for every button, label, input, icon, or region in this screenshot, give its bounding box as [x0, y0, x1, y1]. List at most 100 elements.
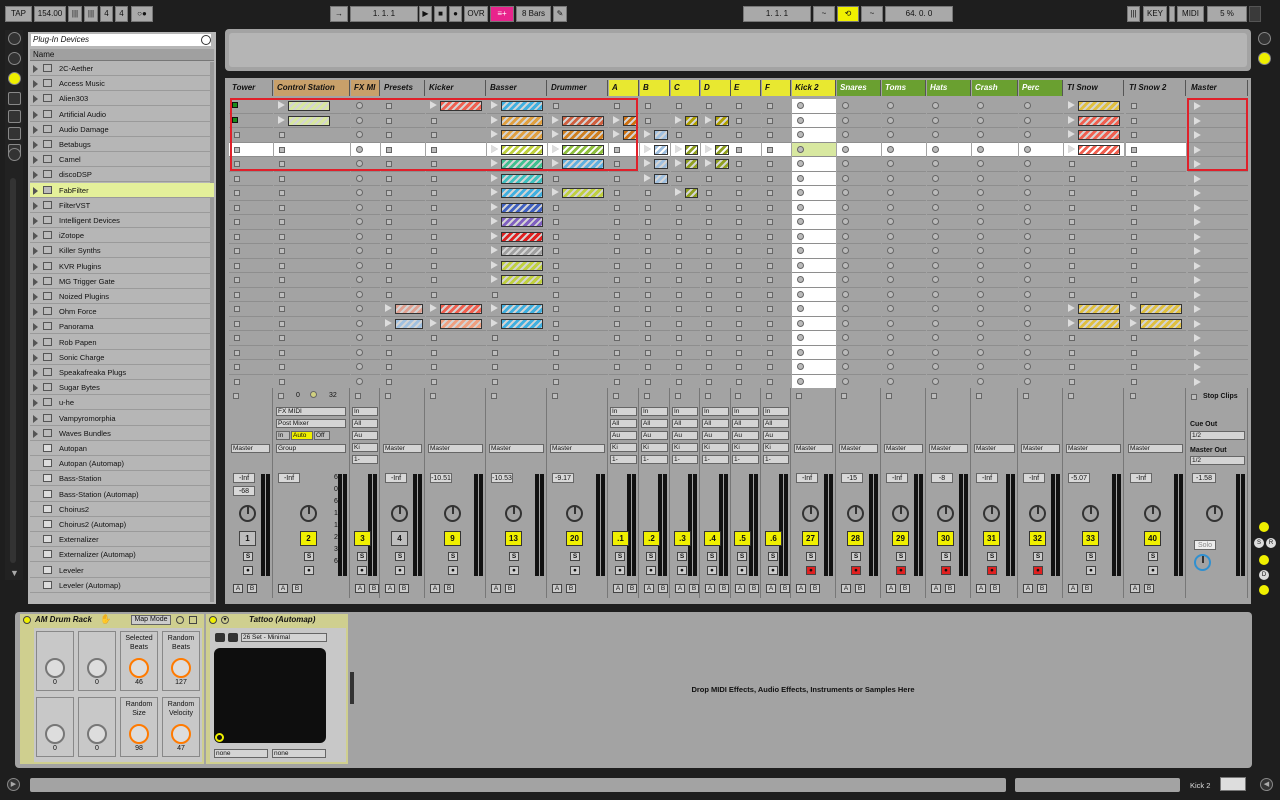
clip[interactable] — [1078, 318, 1120, 329]
clip-slot[interactable] — [381, 186, 425, 201]
clip-slot[interactable] — [1126, 273, 1186, 288]
routing-select[interactable]: Ki — [352, 443, 378, 452]
pan-knob[interactable] — [566, 505, 583, 522]
clip-slot[interactable] — [548, 186, 608, 201]
output-select[interactable]: Master — [550, 444, 605, 453]
empty-slot-stop-icon[interactable] — [1131, 132, 1137, 138]
browser-folder-row[interactable]: Ohm Force — [30, 304, 214, 320]
clip-slot[interactable] — [927, 171, 971, 186]
clip-slot[interactable] — [837, 142, 881, 157]
clip-slot[interactable] — [1126, 128, 1186, 143]
clip-slot[interactable] — [792, 157, 836, 172]
track-header[interactable]: TI Snow — [1064, 80, 1124, 96]
clip-launch-icon[interactable] — [1130, 318, 1137, 327]
record-slot-icon[interactable] — [356, 232, 363, 240]
record-slot-icon[interactable] — [842, 305, 849, 312]
browser-folder-row[interactable]: iZotope — [30, 228, 214, 244]
record-slot-icon[interactable] — [977, 247, 984, 254]
clip-slot[interactable] — [882, 316, 926, 331]
clip-slot[interactable] — [1064, 128, 1124, 143]
collapse-arrow-icon[interactable]: ▼ — [10, 568, 19, 578]
punch-out-button[interactable]: ~ — [861, 6, 883, 22]
clip-slot[interactable] — [1126, 345, 1186, 360]
record-slot-icon[interactable] — [1024, 348, 1031, 356]
clip[interactable] — [440, 318, 482, 329]
empty-slot-stop-icon[interactable] — [706, 248, 712, 254]
clip-slot[interactable] — [548, 244, 608, 259]
empty-slot-stop-icon[interactable] — [736, 248, 742, 254]
empty-slot-stop-icon[interactable] — [234, 175, 240, 182]
clip-slot[interactable] — [609, 171, 639, 186]
empty-slot-stop-icon[interactable] — [553, 320, 559, 327]
clip-slot[interactable] — [548, 302, 608, 317]
empty-slot-stop-icon[interactable] — [706, 320, 712, 327]
clip-slot[interactable] — [381, 171, 425, 186]
record-slot-icon[interactable] — [842, 261, 849, 269]
clip-launch-icon[interactable] — [385, 318, 392, 327]
clip-slot[interactable] — [487, 229, 547, 244]
track-activator[interactable]: 9 — [444, 531, 461, 546]
empty-slot-stop-icon[interactable] — [767, 306, 773, 312]
macro-knob[interactable] — [87, 724, 107, 744]
crossfade-b[interactable]: B — [1144, 584, 1154, 593]
scene-launch-icon[interactable] — [1194, 363, 1201, 371]
empty-slot-stop-icon[interactable] — [1131, 277, 1137, 283]
clip-slot[interactable] — [701, 345, 731, 360]
record-slot-icon[interactable] — [977, 305, 984, 312]
routing-select[interactable]: All — [702, 419, 729, 428]
track-header[interactable]: Basser — [487, 80, 547, 96]
browser-folder-row[interactable]: 2C-Aether — [30, 61, 214, 76]
clip-slot[interactable] — [1019, 157, 1063, 172]
clip-slot[interactable] — [762, 374, 791, 389]
empty-slot-stop-icon[interactable] — [767, 233, 773, 240]
clip-slot[interactable] — [1019, 229, 1063, 244]
clip-slot[interactable] — [274, 374, 350, 389]
macro-control[interactable]: 0 — [36, 631, 74, 691]
hand-icon[interactable]: ✋ — [100, 614, 111, 625]
loop-length-field[interactable]: 64. 0. 0 — [885, 6, 953, 22]
clip-launch-icon[interactable] — [385, 304, 392, 312]
pan-value[interactable]: -68 — [233, 486, 255, 496]
clip-slot[interactable] — [762, 258, 791, 273]
clip-slot[interactable] — [381, 287, 425, 302]
expand-arrow-icon[interactable] — [33, 308, 38, 317]
clip-slot[interactable] — [837, 258, 881, 273]
punch-in-button[interactable]: ~ — [813, 6, 835, 22]
clip-slot[interactable] — [972, 345, 1018, 360]
track-stop-button[interactable] — [841, 393, 847, 399]
crossfade-b[interactable]: B — [292, 584, 302, 593]
volume-field[interactable]: -Inf — [233, 473, 255, 483]
record-slot-icon[interactable] — [887, 377, 894, 385]
record-slot-icon[interactable] — [842, 160, 849, 167]
empty-slot-stop-icon[interactable] — [614, 349, 620, 356]
record-slot-icon[interactable] — [797, 116, 804, 124]
record-slot-icon[interactable] — [887, 145, 894, 153]
browser-folder-row[interactable]: Rob Papen — [30, 335, 214, 350]
expand-arrow-icon[interactable] — [33, 217, 38, 225]
record-slot-icon[interactable] — [887, 232, 894, 240]
browser-folder-row[interactable]: Vampyromorphia — [30, 411, 214, 426]
clip-slot[interactable] — [640, 186, 670, 201]
monitor-auto[interactable]: Auto — [291, 431, 313, 440]
clip-slot[interactable] — [274, 345, 350, 360]
clip-slot[interactable] — [640, 215, 670, 230]
clip-slot[interactable] — [1064, 345, 1124, 360]
expand-arrow-icon[interactable] — [33, 399, 38, 408]
empty-slot-stop-icon[interactable] — [614, 277, 620, 283]
status-right-icon[interactable]: ◀ — [1260, 778, 1273, 791]
clip-slot[interactable] — [972, 229, 1018, 244]
clip[interactable] — [654, 144, 668, 155]
empty-slot-stop-icon[interactable] — [234, 262, 240, 269]
clip-slot[interactable] — [701, 302, 731, 317]
clip-slot[interactable] — [426, 287, 486, 302]
clip-slot[interactable] — [792, 273, 836, 288]
clip-slot[interactable] — [426, 244, 486, 259]
record-slot-icon[interactable] — [887, 102, 894, 109]
clip-slot[interactable] — [731, 287, 761, 302]
record-slot-icon[interactable] — [1024, 290, 1031, 298]
routing-select[interactable]: In — [610, 407, 637, 416]
clip-slot[interactable] — [609, 345, 639, 360]
volume-field[interactable]: -Inf — [976, 473, 998, 483]
record-slot-icon[interactable] — [356, 290, 363, 298]
track-header[interactable]: Drummer — [548, 80, 608, 96]
